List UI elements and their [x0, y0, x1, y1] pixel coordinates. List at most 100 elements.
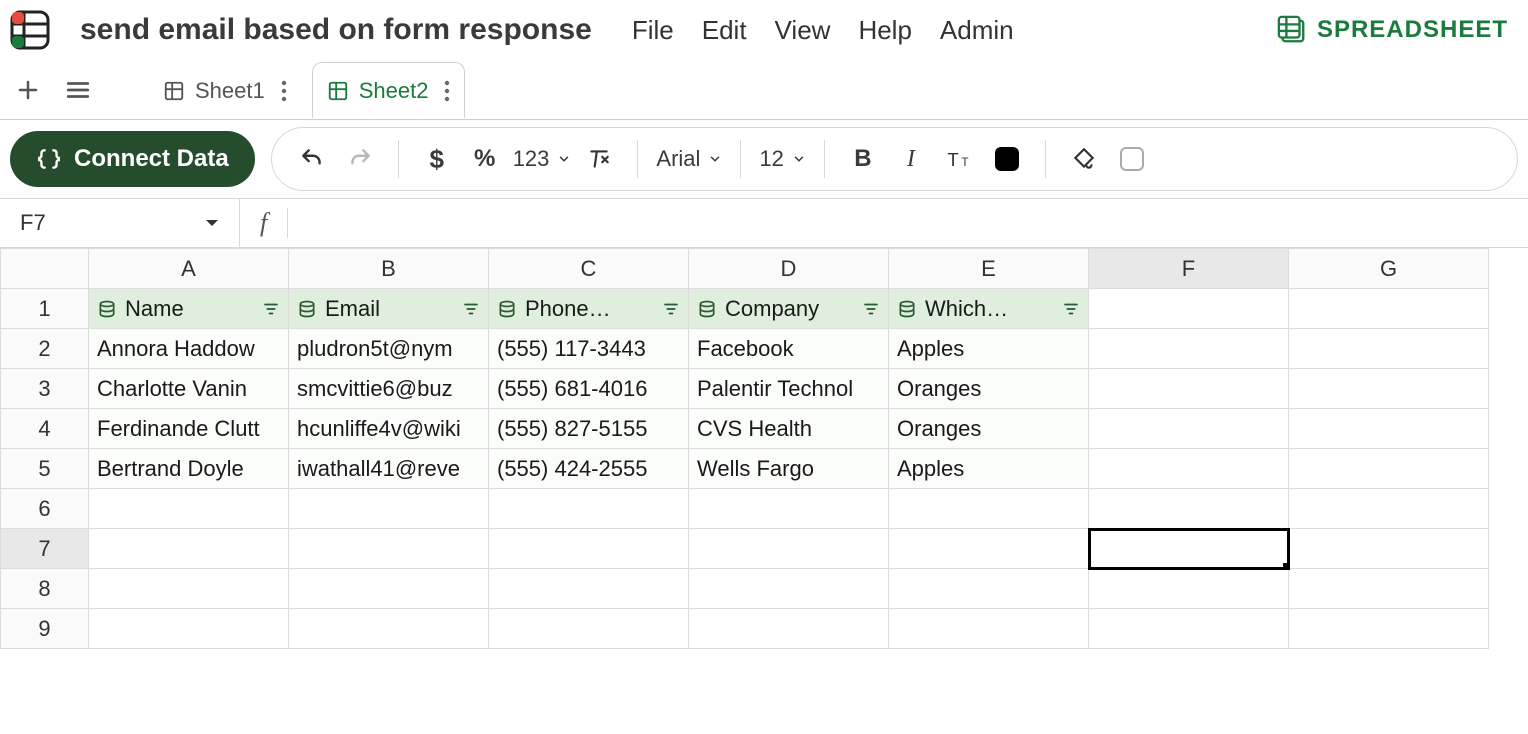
cell-C2[interactable]: (555) 117-3443: [489, 329, 689, 369]
cell-D2[interactable]: Facebook: [689, 329, 889, 369]
cell-C9[interactable]: [489, 609, 689, 649]
filter-icon[interactable]: [862, 300, 880, 318]
cell-F7[interactable]: [1089, 529, 1289, 569]
filter-icon[interactable]: [462, 300, 480, 318]
cell-C5[interactable]: (555) 424-2555: [489, 449, 689, 489]
cell-F4[interactable]: [1089, 409, 1289, 449]
cell-A2[interactable]: Annora Haddow: [89, 329, 289, 369]
selection-handle[interactable]: [1283, 563, 1289, 569]
menu-view[interactable]: View: [775, 15, 831, 46]
row-header-1[interactable]: 1: [1, 289, 89, 329]
cell-G6[interactable]: [1289, 489, 1489, 529]
fill-none-button[interactable]: [1112, 139, 1152, 179]
cell-A9[interactable]: [89, 609, 289, 649]
percent-format-button[interactable]: %: [465, 139, 505, 179]
tab-menu-icon[interactable]: [281, 80, 287, 102]
cell-C4[interactable]: (555) 827-5155: [489, 409, 689, 449]
tab-sheet1[interactable]: Sheet1: [148, 62, 302, 118]
cell-G9[interactable]: [1289, 609, 1489, 649]
column-header-G[interactable]: G: [1289, 249, 1489, 289]
cell-A5[interactable]: Bertrand Doyle: [89, 449, 289, 489]
cell-A3[interactable]: Charlotte Vanin: [89, 369, 289, 409]
cell-E1[interactable]: Which…: [889, 289, 1089, 329]
cell-B4[interactable]: hcunliffe4v@wiki: [289, 409, 489, 449]
cell-B8[interactable]: [289, 569, 489, 609]
cell-C3[interactable]: (555) 681-4016: [489, 369, 689, 409]
cell-G3[interactable]: [1289, 369, 1489, 409]
cell-G7[interactable]: [1289, 529, 1489, 569]
cell-A6[interactable]: [89, 489, 289, 529]
grid[interactable]: ABCDEFG1 Name Email Phone…: [0, 248, 1528, 649]
cell-D6[interactable]: [689, 489, 889, 529]
row-header-3[interactable]: 3: [1, 369, 89, 409]
text-size-button[interactable]: TT: [939, 139, 979, 179]
cell-F3[interactable]: [1089, 369, 1289, 409]
currency-format-button[interactable]: $: [417, 139, 457, 179]
filter-icon[interactable]: [662, 300, 680, 318]
cell-F5[interactable]: [1089, 449, 1289, 489]
cell-F1[interactable]: [1089, 289, 1289, 329]
cell-B2[interactable]: pludron5t@nym: [289, 329, 489, 369]
row-header-9[interactable]: 9: [1, 609, 89, 649]
name-box[interactable]: F7: [0, 199, 240, 247]
row-header-6[interactable]: 6: [1, 489, 89, 529]
filter-icon[interactable]: [262, 300, 280, 318]
cell-B7[interactable]: [289, 529, 489, 569]
cell-G2[interactable]: [1289, 329, 1489, 369]
cell-B6[interactable]: [289, 489, 489, 529]
fill-color-button[interactable]: [1064, 139, 1104, 179]
column-header-B[interactable]: B: [289, 249, 489, 289]
menu-admin[interactable]: Admin: [940, 15, 1014, 46]
cell-E6[interactable]: [889, 489, 1089, 529]
cell-A8[interactable]: [89, 569, 289, 609]
undo-button[interactable]: [292, 139, 332, 179]
row-header-2[interactable]: 2: [1, 329, 89, 369]
cell-E4[interactable]: Oranges: [889, 409, 1089, 449]
font-family-dropdown[interactable]: Arial: [656, 146, 722, 172]
cell-B1[interactable]: Email: [289, 289, 489, 329]
cell-C1[interactable]: Phone…: [489, 289, 689, 329]
cell-C6[interactable]: [489, 489, 689, 529]
cell-C8[interactable]: [489, 569, 689, 609]
row-header-8[interactable]: 8: [1, 569, 89, 609]
column-header-E[interactable]: E: [889, 249, 1089, 289]
cell-E8[interactable]: [889, 569, 1089, 609]
cell-D4[interactable]: CVS Health: [689, 409, 889, 449]
add-sheet-button[interactable]: [8, 70, 48, 110]
cell-G1[interactable]: [1289, 289, 1489, 329]
select-all-cell[interactable]: [1, 249, 89, 289]
redo-button[interactable]: [340, 139, 380, 179]
cell-E3[interactable]: Oranges: [889, 369, 1089, 409]
number-format-dropdown[interactable]: 123: [513, 146, 572, 172]
tab-menu-icon[interactable]: [444, 80, 450, 102]
tab-sheet2[interactable]: Sheet2: [312, 62, 466, 118]
cell-A1[interactable]: Name: [89, 289, 289, 329]
row-header-4[interactable]: 4: [1, 409, 89, 449]
cell-A7[interactable]: [89, 529, 289, 569]
cell-A4[interactable]: Ferdinande Clutt: [89, 409, 289, 449]
cell-D7[interactable]: [689, 529, 889, 569]
cell-C7[interactable]: [489, 529, 689, 569]
cell-F8[interactable]: [1089, 569, 1289, 609]
column-header-D[interactable]: D: [689, 249, 889, 289]
row-header-7[interactable]: 7: [1, 529, 89, 569]
cell-G8[interactable]: [1289, 569, 1489, 609]
menu-help[interactable]: Help: [858, 15, 911, 46]
text-color-button[interactable]: [987, 139, 1027, 179]
cell-E2[interactable]: Apples: [889, 329, 1089, 369]
cell-B9[interactable]: [289, 609, 489, 649]
cell-B5[interactable]: iwathall41@reve: [289, 449, 489, 489]
cell-G5[interactable]: [1289, 449, 1489, 489]
column-header-C[interactable]: C: [489, 249, 689, 289]
row-header-5[interactable]: 5: [1, 449, 89, 489]
connect-data-button[interactable]: Connect Data: [10, 131, 255, 187]
cell-F2[interactable]: [1089, 329, 1289, 369]
font-size-dropdown[interactable]: 12: [759, 146, 805, 172]
clear-format-button[interactable]: [579, 139, 619, 179]
cell-D8[interactable]: [689, 569, 889, 609]
filter-icon[interactable]: [1062, 300, 1080, 318]
menu-file[interactable]: File: [632, 15, 674, 46]
menu-edit[interactable]: Edit: [702, 15, 747, 46]
cell-D1[interactable]: Company: [689, 289, 889, 329]
cell-D3[interactable]: Palentir Technol: [689, 369, 889, 409]
